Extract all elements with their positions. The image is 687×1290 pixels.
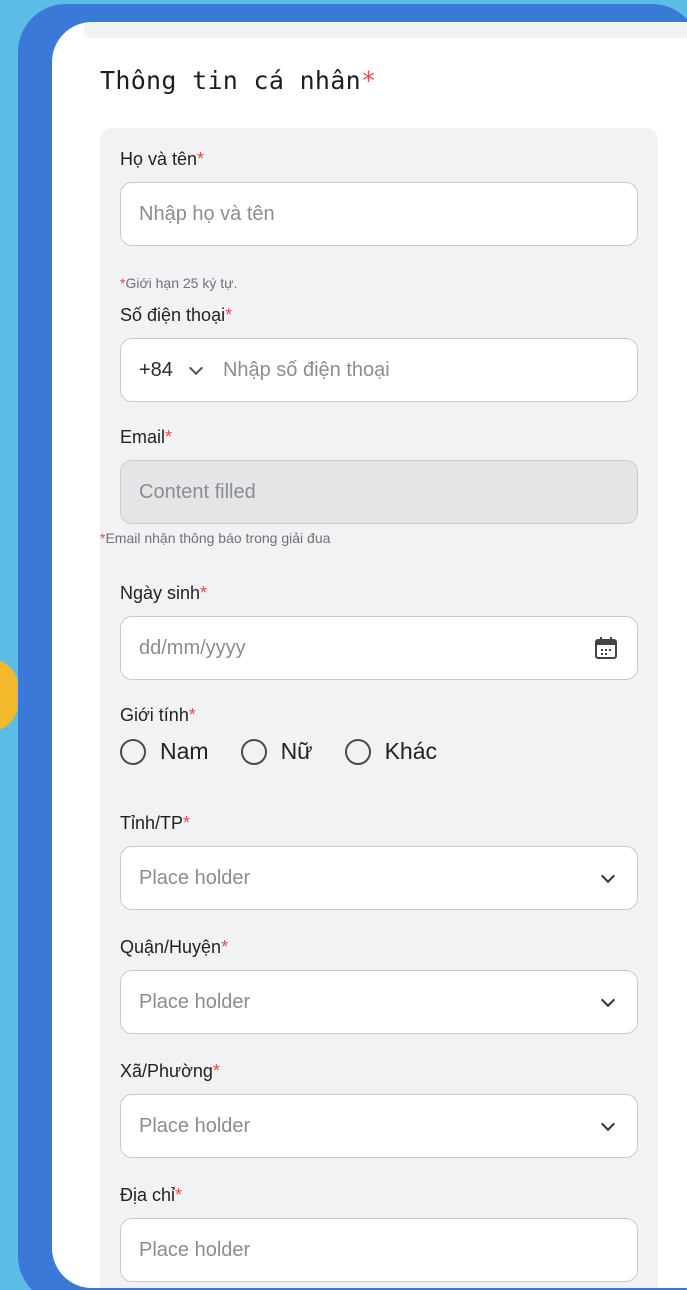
gender-option-nu[interactable]: Nữ — [240, 738, 313, 765]
address-label: Địa chỉ* — [120, 1185, 183, 1205]
phone-input[interactable]: +84 Nhập số điện thoại — [120, 338, 638, 402]
province-placeholder: Place holder — [139, 866, 251, 889]
section-title: Thông tin cá nhân* — [100, 66, 376, 95]
dob-field: Ngày sinh* dd/mm/yyyy — [120, 582, 638, 680]
district-placeholder: Place holder — [139, 990, 251, 1013]
district-select[interactable]: Place holder — [120, 970, 638, 1034]
background-decoration — [0, 660, 20, 730]
ward-placeholder: Place holder — [139, 1114, 251, 1137]
screen: Thông tin cá nhân* Họ và tên* Nhập họ và… — [52, 22, 687, 1288]
required-mark: * — [360, 66, 377, 95]
address-input[interactable]: Place holder — [120, 1218, 638, 1282]
email-value: Content filled — [139, 480, 256, 503]
gender-option-khac[interactable]: Khác — [344, 738, 437, 765]
address-placeholder: Place holder — [139, 1238, 251, 1261]
email-label: Email* — [120, 427, 173, 447]
gender-label: Giới tính* — [120, 705, 196, 725]
full-name-label: Họ và tên* — [120, 149, 205, 169]
personal-info-form: Họ và tên* Nhập họ và tên *Giới hạn 25 k… — [100, 128, 658, 1288]
phone-label: Số điện thoại* — [120, 305, 233, 325]
top-strip — [84, 22, 687, 38]
dob-placeholder: dd/mm/yyyy — [139, 636, 246, 659]
gender-radio-group: Nam Nữ Khác — [120, 738, 638, 765]
province-label: Tỉnh/TP* — [120, 813, 191, 833]
radio-icon[interactable] — [240, 738, 267, 765]
device-frame: Thông tin cá nhân* Họ và tên* Nhập họ và… — [18, 4, 687, 1290]
email-field: Email* Content filled *Email nhận thông … — [100, 426, 638, 546]
address-field: Địa chỉ* Place holder — [120, 1184, 638, 1282]
full-name-hint: *Giới hạn 25 ký tự. — [120, 275, 238, 291]
chevron-down-icon[interactable] — [600, 1116, 616, 1131]
full-name-placeholder: Nhập họ và tên — [139, 202, 275, 225]
ward-field: Xã/Phường* Place holder — [120, 1060, 638, 1158]
calendar-icon[interactable] — [593, 635, 619, 661]
radio-icon[interactable] — [120, 738, 146, 765]
phone-field: Số điện thoại* +84 Nhập số điện thoại — [120, 304, 638, 402]
ward-select[interactable]: Place holder — [120, 1094, 638, 1158]
chevron-down-icon[interactable] — [188, 360, 204, 375]
country-code-selector[interactable]: +84 — [139, 359, 173, 382]
province-select[interactable]: Place holder — [120, 846, 638, 910]
ward-label: Xã/Phường* — [120, 1061, 220, 1081]
email-input: Content filled — [120, 460, 638, 524]
province-field: Tỉnh/TP* Place holder — [120, 812, 638, 910]
phone-placeholder: Nhập số điện thoại — [222, 358, 390, 381]
district-label: Quận/Huyện* — [120, 937, 229, 957]
gender-option-nam[interactable]: Nam — [120, 738, 209, 765]
chevron-down-icon[interactable] — [600, 992, 616, 1007]
email-hint: *Email nhận thông báo trong giải đua — [100, 530, 331, 546]
chevron-down-icon[interactable] — [600, 868, 616, 883]
full-name-input[interactable]: Nhập họ và tên — [120, 182, 638, 246]
gender-field: Giới tính* Nam Nữ Khác — [120, 704, 638, 765]
radio-icon[interactable] — [344, 738, 371, 765]
section-title-text: Thông tin cá nhân — [100, 66, 361, 95]
dob-label: Ngày sinh* — [120, 583, 208, 603]
full-name-field: Họ và tên* Nhập họ và tên *Giới hạn 25 k… — [120, 148, 638, 291]
dob-input[interactable]: dd/mm/yyyy — [120, 616, 638, 680]
district-field: Quận/Huyện* Place holder — [120, 936, 638, 1034]
